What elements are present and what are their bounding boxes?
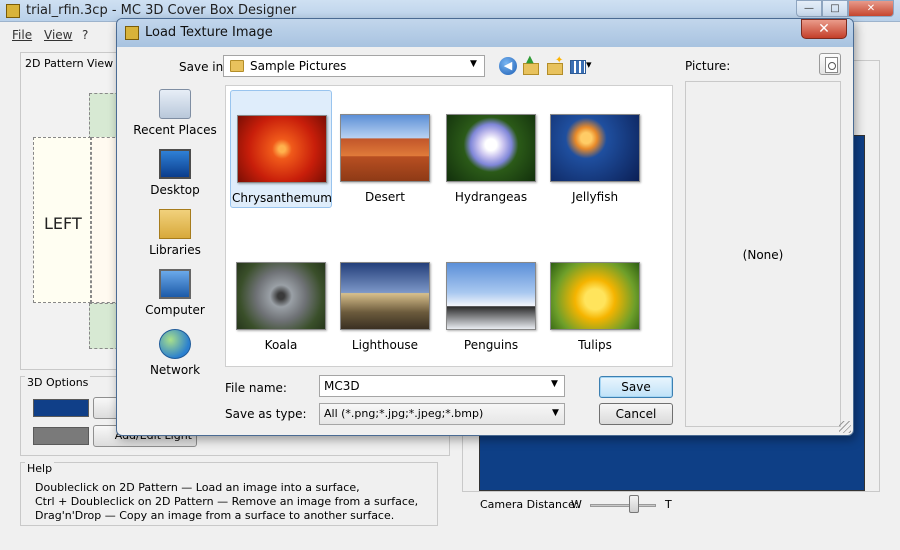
menu-view[interactable]: View <box>44 28 72 42</box>
desktop-icon <box>159 149 191 179</box>
file-name: Jellyfish <box>571 190 619 204</box>
place-label: Computer <box>145 303 205 317</box>
place-label: Recent Places <box>133 123 217 137</box>
file-list: Chrysanthemum Desert Hydrangeas Jellyfis… <box>225 85 673 367</box>
save-in-dropdown[interactable]: Sample Pictures ▼ <box>223 55 485 77</box>
help-line: Ctrl + Doubleclick on 2D Pattern — Remov… <box>35 495 419 508</box>
dialog-title: Load Texture Image <box>145 25 273 40</box>
computer-icon <box>159 269 191 299</box>
save-in-label: Save in: <box>179 60 228 74</box>
save-button[interactable]: Save <box>599 376 673 398</box>
file-item-lighthouse[interactable]: Lighthouse <box>334 238 436 356</box>
picture-preview: (None) <box>685 81 841 427</box>
color-swatch-primary[interactable] <box>33 399 89 417</box>
save-in-value: Sample Pictures <box>250 59 347 73</box>
menu-file[interactable]: File <box>12 28 32 42</box>
network-globe-icon <box>159 329 191 359</box>
picture-label: Picture: <box>685 59 731 73</box>
save-as-type-label: Save as type: <box>225 407 307 421</box>
place-libraries[interactable]: Libraries <box>127 209 223 267</box>
libraries-icon <box>159 209 191 239</box>
load-texture-dialog: Load Texture Image ✕ Save in: Sample Pic… <box>116 18 854 436</box>
maximize-button[interactable]: □ <box>822 0 848 17</box>
help-line: Doubleclick on 2D Pattern — Load an imag… <box>35 481 360 494</box>
file-name-input[interactable] <box>319 375 565 397</box>
color-swatch-secondary[interactable] <box>33 427 89 445</box>
place-computer[interactable]: Computer <box>127 269 223 327</box>
back-arrow-icon[interactable]: ◀ <box>499 57 517 75</box>
pattern-surface-left[interactable]: LEFT <box>33 137 91 303</box>
resize-grip-icon[interactable] <box>839 421 851 433</box>
thumbnail-image <box>236 262 326 330</box>
dialog-titlebar[interactable]: Load Texture Image ✕ <box>117 19 853 47</box>
picture-none-text: (None) <box>742 248 784 262</box>
view-menu-icon[interactable] <box>569 57 595 75</box>
places-bar: Recent Places Desktop Libraries Computer… <box>127 87 223 377</box>
new-folder-icon[interactable] <box>545 55 563 75</box>
pattern-left-label: LEFT <box>44 214 82 233</box>
options-title: 3D Options <box>25 376 91 389</box>
cancel-button[interactable]: Cancel <box>599 403 673 425</box>
camera-slider-thumb[interactable] <box>629 495 640 513</box>
camera-distance-slider[interactable] <box>590 504 656 507</box>
folder-icon <box>230 60 244 72</box>
file-item-jellyfish[interactable]: Jellyfish <box>544 90 646 208</box>
camera-max-label: T <box>665 498 672 511</box>
place-network[interactable]: Network <box>127 329 223 387</box>
chevron-down-icon: ▼ <box>470 59 477 69</box>
thumbnail-image <box>446 262 536 330</box>
pattern-view-title: 2D Pattern View <box>25 57 114 70</box>
dialog-close-button[interactable]: ✕ <box>801 19 847 39</box>
thumbnail-image <box>340 262 430 330</box>
help-line: Drag'n'Drop — Copy an image from a surfa… <box>35 509 395 522</box>
camera-min-label: W <box>571 498 582 511</box>
thumbnail-image <box>550 114 640 182</box>
file-item-koala[interactable]: Koala <box>230 238 332 356</box>
help-title: Help <box>25 462 55 475</box>
recent-places-icon <box>159 89 191 119</box>
place-label: Libraries <box>149 243 201 257</box>
thumbnail-image <box>340 114 430 182</box>
chevron-down-icon[interactable]: ▼ <box>551 379 558 389</box>
minimize-button[interactable]: — <box>796 0 822 17</box>
file-item-tulips[interactable]: Tulips <box>544 238 646 356</box>
place-desktop[interactable]: Desktop <box>127 149 223 207</box>
thumbnail-image <box>550 262 640 330</box>
file-name: Tulips <box>578 338 612 352</box>
place-recent-places[interactable]: Recent Places <box>127 89 223 147</box>
file-item-penguins[interactable]: Penguins <box>440 238 542 356</box>
file-name: Desert <box>365 190 405 204</box>
chevron-down-icon: ▼ <box>552 408 559 418</box>
thumbnail-image <box>446 114 536 182</box>
place-label: Desktop <box>150 183 200 197</box>
app-cube-icon <box>6 4 20 18</box>
save-as-type-value: All (*.png;*.jpg;*.jpeg;*.bmp) <box>324 407 484 420</box>
file-name: Hydrangeas <box>454 190 528 204</box>
file-name: Koala <box>264 338 298 352</box>
file-name: Lighthouse <box>351 338 419 352</box>
file-item-chrysanthemum[interactable]: Chrysanthemum <box>230 90 332 208</box>
file-item-hydrangeas[interactable]: Hydrangeas <box>440 90 542 208</box>
file-item-desert[interactable]: Desert <box>334 90 436 208</box>
file-name-label: File name: <box>225 381 287 395</box>
main-close-button[interactable]: ✕ <box>848 0 894 17</box>
file-name: Penguins <box>463 338 519 352</box>
app-cube-icon <box>125 26 139 40</box>
up-folder-icon[interactable] <box>521 54 539 75</box>
help-panel: Help Doubleclick on 2D Pattern — Load an… <box>20 462 438 526</box>
main-window-title: trial_rfin.3cp - MC 3D Cover Box Designe… <box>26 3 297 18</box>
menu-help[interactable]: ? <box>82 28 88 42</box>
file-name: Chrysanthemum <box>232 191 332 205</box>
camera-distance-label: Camera Distance: <box>480 498 579 511</box>
thumbnail-image <box>237 115 327 183</box>
save-as-type-dropdown[interactable]: All (*.png;*.jpg;*.jpeg;*.bmp) ▼ <box>319 403 565 425</box>
place-label: Network <box>149 363 201 377</box>
preview-toggle-icon[interactable] <box>819 53 841 75</box>
